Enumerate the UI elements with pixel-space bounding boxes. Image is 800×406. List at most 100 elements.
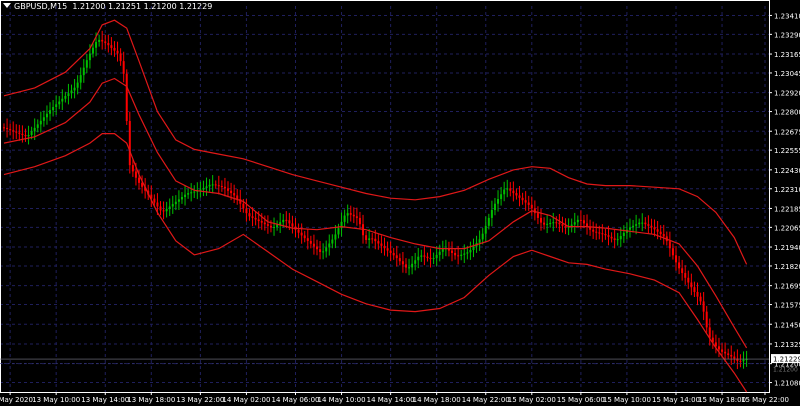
candle-body	[122, 61, 125, 74]
candle-body	[220, 186, 223, 188]
y-tick-label: 1.21575	[774, 302, 800, 310]
candle-body	[322, 251, 325, 253]
x-tick-label: 15 May 10:00	[603, 396, 651, 404]
candle-body	[266, 224, 269, 226]
candle-body	[481, 233, 484, 240]
candle-body	[478, 239, 481, 243]
candle-body	[714, 342, 717, 347]
candle-body	[245, 208, 248, 214]
y-tick-label: 1.22675	[774, 128, 800, 136]
candle-body	[671, 248, 674, 256]
candle-body	[55, 104, 58, 108]
candle-body	[539, 217, 542, 223]
candle-body	[693, 287, 696, 292]
candle-body	[644, 222, 647, 225]
candle-body	[312, 243, 315, 247]
candle-body	[497, 199, 500, 204]
x-tick-label: 13 May 10:00	[32, 396, 80, 404]
candle-body	[128, 121, 131, 166]
candle-body	[300, 232, 303, 236]
candle-body	[171, 204, 174, 207]
candle-body	[595, 231, 598, 233]
candle-body	[39, 120, 42, 125]
candle-body	[309, 240, 312, 244]
candle-body	[76, 82, 79, 88]
candle-body	[211, 184, 214, 186]
candle-body	[451, 250, 454, 253]
candle-body	[579, 219, 582, 221]
candle-body	[374, 238, 377, 242]
candle-body	[64, 96, 67, 99]
lower-band-line	[3, 133, 748, 393]
candle-body	[512, 190, 515, 194]
candle-body	[527, 202, 530, 205]
candle-body	[21, 133, 24, 135]
candle-body	[466, 252, 469, 254]
candle-body	[500, 194, 503, 199]
candle-body	[675, 255, 678, 263]
y-tick-label: 1.23165	[774, 51, 800, 59]
candle-body	[61, 98, 64, 102]
y-tick-label: 1.23290	[774, 31, 800, 39]
candle-body	[325, 247, 328, 252]
y-tick-label: 1.21940	[774, 244, 800, 252]
candle-body	[153, 198, 156, 203]
candle-body	[208, 184, 211, 187]
candle-body	[202, 187, 205, 190]
candle-body	[687, 277, 690, 283]
candle-body	[254, 217, 257, 220]
ask-price-label: 1.21200	[773, 367, 798, 374]
candle-body	[91, 47, 94, 54]
price-chart[interactable]: 1.23410 1.23290 1.23165 1.23045 1.22920 1.228…	[0, 0, 800, 406]
candle-body	[343, 215, 346, 222]
candle-body	[613, 238, 616, 240]
candle-body	[730, 354, 733, 357]
candle-body	[619, 236, 622, 240]
y-tick-label: 1.23410	[774, 12, 800, 20]
candle-body	[107, 43, 110, 46]
x-tick-label: 14 May 14:00	[367, 396, 415, 404]
candle-body	[334, 234, 337, 240]
candle-body	[9, 129, 12, 131]
candle-body	[604, 234, 607, 236]
candle-body	[460, 254, 463, 256]
x-tick-label: 15 May 14:00	[652, 396, 700, 404]
middle-band-line	[3, 77, 748, 349]
candle-body	[134, 171, 137, 178]
candle-body	[355, 216, 358, 218]
candle-body	[113, 47, 116, 51]
candle-body	[42, 117, 45, 121]
candle-body	[282, 219, 285, 223]
candle-body	[490, 210, 493, 218]
candle-body	[30, 131, 33, 135]
candle-body	[392, 252, 395, 256]
candle-body	[724, 351, 727, 354]
candle-body	[386, 248, 389, 251]
y-tick-label: 1.22920	[774, 90, 800, 98]
candle-body	[487, 217, 490, 226]
candle-body	[315, 246, 318, 250]
candle-body	[742, 359, 745, 362]
candle-body	[33, 127, 36, 132]
candle-body	[469, 250, 472, 253]
candle-body	[524, 200, 527, 203]
candle-body	[721, 349, 724, 352]
candle-body	[650, 225, 653, 228]
candle-body	[454, 252, 457, 256]
candle-body	[52, 107, 55, 111]
candle-body	[88, 53, 91, 61]
x-tick-label: 15 May 22:00	[741, 396, 789, 404]
candle-body	[297, 229, 300, 233]
candle-body	[503, 189, 506, 195]
candle-body	[484, 225, 487, 234]
candle-body	[131, 165, 134, 172]
candle-body	[371, 238, 374, 240]
candle-body	[717, 346, 720, 350]
candle-body	[138, 177, 141, 183]
candle-body	[668, 241, 671, 249]
candle-body	[168, 206, 171, 209]
candle-body	[58, 101, 61, 105]
candle-body	[647, 224, 650, 226]
y-tick-label: 1.22065	[774, 224, 800, 232]
x-tick-label: 15 May 02:00	[508, 396, 556, 404]
